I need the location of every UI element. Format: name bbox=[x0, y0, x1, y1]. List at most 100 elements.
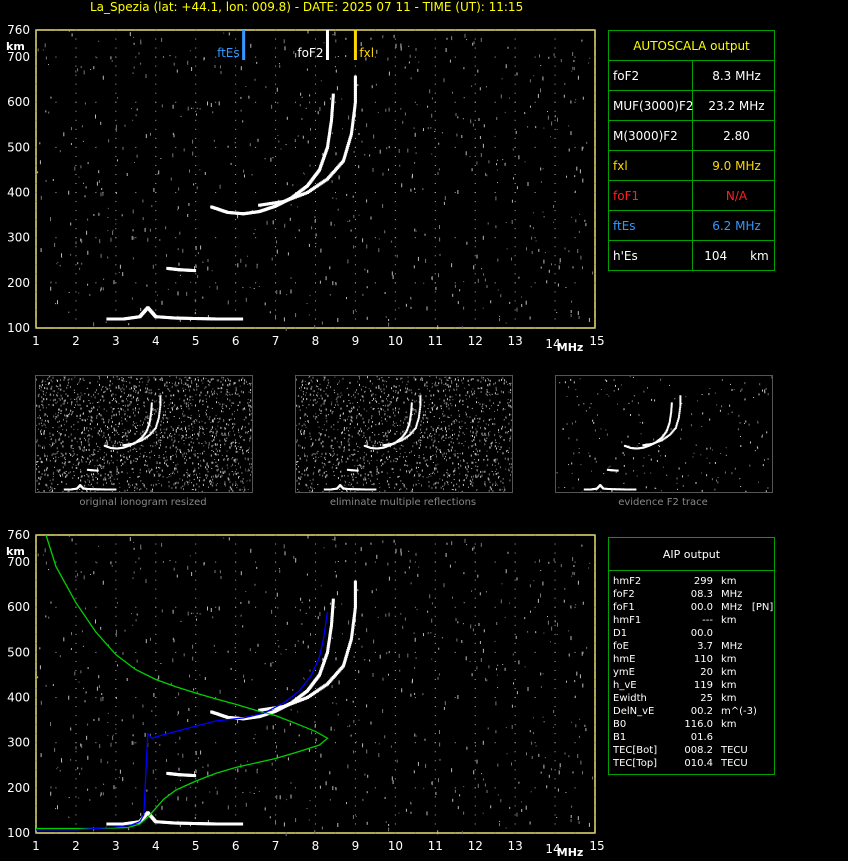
aip-unit: MHz bbox=[721, 641, 743, 652]
x-axis-label: MHz bbox=[557, 341, 584, 354]
aip-value: 116.0 bbox=[684, 719, 713, 730]
thumb-trace bbox=[623, 402, 673, 450]
aip-row: foE 3.7 MHz bbox=[613, 640, 774, 653]
aip-row: ymE 20 km bbox=[613, 666, 774, 679]
aip-label: hmE bbox=[613, 654, 636, 665]
x-tick-label: 8 bbox=[312, 839, 320, 853]
aip-table: AIP output hmF2 299 km foF2 08.3 MHz foF1 00.0 M… bbox=[608, 537, 775, 775]
x-tick-label: 3 bbox=[112, 334, 120, 348]
x-tick-label: 5 bbox=[192, 839, 200, 853]
autoscala-row: fxl 9.0 MHz bbox=[609, 151, 774, 181]
x-tick-label: 4 bbox=[152, 334, 160, 348]
y-tick-label: 100 bbox=[7, 826, 30, 840]
x-tick-label: 11 bbox=[428, 334, 443, 348]
x-tick-label: 15 bbox=[589, 334, 604, 348]
x-tick-label: 8 bbox=[312, 334, 320, 348]
thumbnail-eliminate bbox=[295, 375, 513, 494]
aip-unit bbox=[713, 627, 771, 640]
autoscala-row: M(3000)F2 2.80 bbox=[609, 121, 774, 151]
autoscala-table: AUTOSCALA output foF2 8.3 MHz MUF(3000)F2 2… bbox=[608, 30, 775, 271]
aip-label: ymE bbox=[613, 667, 635, 678]
aip-value: 01.6 bbox=[690, 732, 713, 743]
autoscala-value: 8.3 MHz bbox=[712, 68, 761, 83]
x-tick-label: 9 bbox=[352, 839, 360, 853]
aip-unit: TECU bbox=[721, 758, 748, 769]
trace-series bbox=[106, 306, 244, 321]
autoscala-value: 104 km bbox=[704, 248, 769, 263]
aip-row: foF2 08.3 MHz bbox=[613, 588, 774, 601]
x-tick-label: 3 bbox=[112, 839, 120, 853]
aip-label: Ewidth bbox=[613, 693, 647, 704]
y-tick-label: 300 bbox=[7, 231, 30, 245]
aip-row: DelN_vE 00.2 m^(-3) bbox=[613, 705, 774, 718]
x-tick-label: 1 bbox=[32, 839, 40, 853]
thumbnail-caption: original ionogram resized bbox=[79, 497, 207, 508]
trace-series bbox=[166, 266, 197, 273]
y-tick-label: 300 bbox=[7, 736, 30, 750]
aip-value: 110 bbox=[693, 654, 713, 665]
profile-green-line bbox=[36, 534, 329, 830]
aip-label: foF2 bbox=[613, 589, 635, 600]
aip-value: 00.0 bbox=[690, 602, 713, 613]
x-tick-label: 13 bbox=[508, 334, 523, 348]
aip-value: 299 bbox=[693, 576, 713, 587]
aip-row: B1 01.6 bbox=[613, 731, 774, 744]
y-tick-label: 760 bbox=[7, 528, 30, 542]
aip-row: B0 116.0 km bbox=[613, 718, 774, 731]
autoscala-row: MUF(3000)F2 23.2 MHz bbox=[609, 91, 774, 121]
trace-point bbox=[353, 75, 357, 79]
aip-label: DelN_vE bbox=[613, 706, 655, 717]
thumb-trace bbox=[606, 468, 619, 472]
trace-point bbox=[193, 774, 197, 778]
aip-value: 08.3 bbox=[690, 589, 713, 600]
x-axis-label: MHz bbox=[557, 846, 584, 859]
x-tick-label: 4 bbox=[152, 839, 160, 853]
x-tick-label: 2 bbox=[72, 839, 80, 853]
x-tick-label: 6 bbox=[232, 839, 240, 853]
thumbnail-caption: eliminate multiple reflections bbox=[329, 497, 477, 508]
aip-row: TEC[Top] 010.4 TECU bbox=[613, 757, 774, 770]
aip-label: B1 bbox=[613, 732, 627, 743]
thumbnail-caption: evidence F2 trace bbox=[618, 497, 708, 508]
autoscala-label: ftEs bbox=[609, 211, 693, 240]
trace-series bbox=[210, 93, 335, 216]
x-tick-label: 11 bbox=[428, 839, 443, 853]
aip-row: TEC[Bot] 008.2 TECU bbox=[613, 744, 774, 757]
trace-series bbox=[166, 771, 197, 778]
y-axis-label: km bbox=[6, 40, 25, 53]
x-tick-label: 1 bbox=[32, 334, 40, 348]
y-axis-label: km bbox=[6, 545, 25, 558]
aip-unit: km bbox=[721, 719, 737, 730]
aip-label: h_vE bbox=[613, 680, 637, 691]
y-tick-label: 400 bbox=[7, 691, 30, 705]
grid-dots bbox=[35, 534, 596, 834]
autoscala-row: foF2 8.3 MHz bbox=[609, 61, 774, 91]
grid-dots bbox=[35, 29, 596, 329]
aip-row: h_vE 119 km bbox=[613, 679, 774, 692]
x-tick-label: 2 bbox=[72, 334, 80, 348]
thumb-trace bbox=[86, 468, 99, 472]
aip-unit: km bbox=[721, 667, 737, 678]
marker-label: fxl bbox=[359, 46, 374, 60]
aip-label: foF1 bbox=[613, 602, 635, 613]
autoscala-label: foF2 bbox=[609, 61, 693, 90]
aip-label: foE bbox=[613, 641, 629, 652]
aip-row: foF1 00.0 MHz [PN] bbox=[613, 601, 774, 614]
autoscala-label: MUF(3000)F2 bbox=[609, 91, 693, 120]
autoscala-value: 23.2 MHz bbox=[708, 98, 765, 113]
aip-label: B0 bbox=[613, 719, 627, 730]
thumbnail-evidence bbox=[555, 375, 773, 494]
aip-label: TEC[Bot] bbox=[613, 745, 658, 756]
x-tick-label: 5 bbox=[192, 334, 200, 348]
autoscala-label: M(3000)F2 bbox=[609, 121, 693, 150]
aip-unit: km bbox=[721, 654, 737, 665]
aip-row: D1 00.0 bbox=[613, 627, 774, 640]
aip-label: D1 bbox=[613, 628, 628, 639]
y-tick-label: 200 bbox=[7, 781, 30, 795]
aip-value: 3.7 bbox=[697, 641, 713, 652]
x-tick-label: 7 bbox=[272, 334, 280, 348]
aip-value: --- bbox=[702, 615, 713, 626]
trace-point bbox=[240, 822, 244, 826]
aip-row: hmF1 --- km bbox=[613, 614, 774, 627]
aip-value: 00.0 bbox=[690, 628, 713, 639]
